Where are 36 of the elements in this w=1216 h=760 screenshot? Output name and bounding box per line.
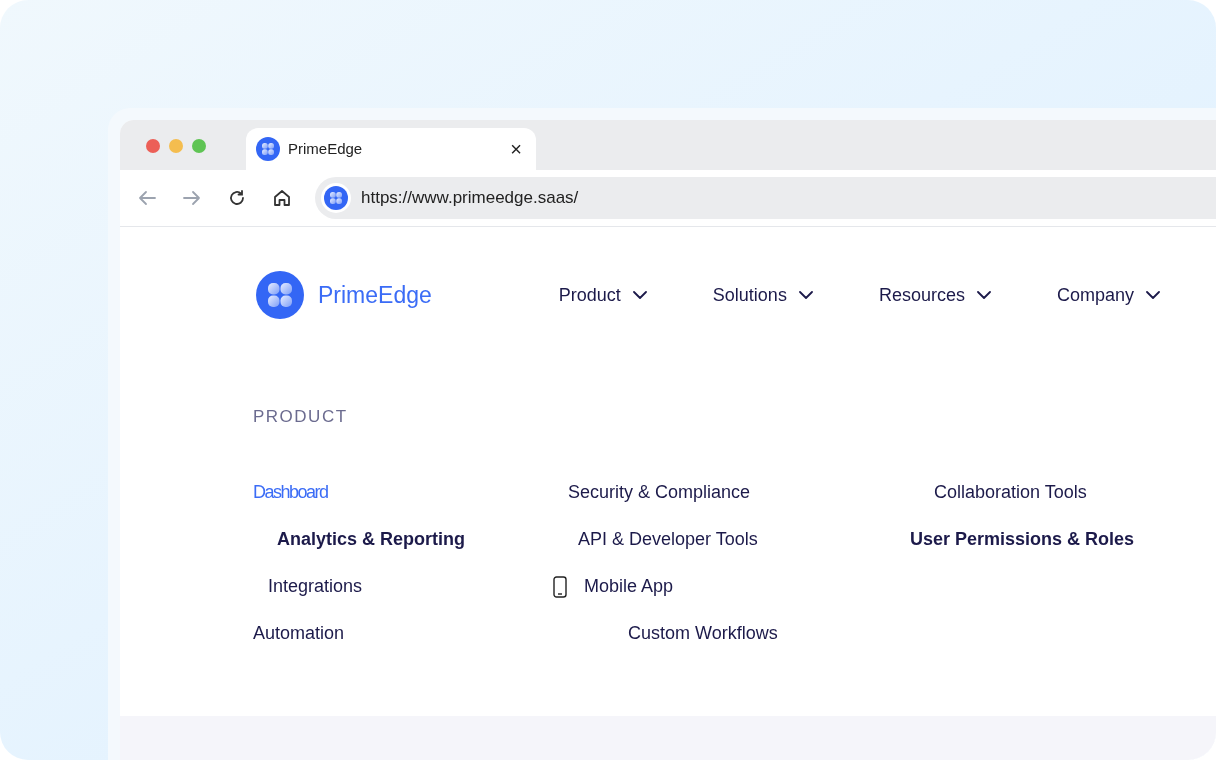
- menu-link[interactable]: Collaboration Tools: [934, 479, 1087, 506]
- menu-link[interactable]: Analytics & Reporting: [277, 526, 466, 553]
- nav-menu-button[interactable]: Resources: [878, 281, 991, 309]
- menu-link[interactable]: Dashboard: [253, 479, 328, 506]
- nav-menu-button[interactable]: Product: [558, 281, 647, 309]
- menu-link[interactable]: Custom Workflows: [628, 620, 778, 647]
- chevron-down-icon: [632, 291, 647, 299]
- menu-link[interactable]: Security & Compliance: [568, 479, 751, 506]
- home-icon[interactable]: [273, 189, 291, 207]
- browser-tab[interactable]: PrimeEdge ×: [246, 128, 536, 170]
- menu-link[interactable]: Mobile App: [584, 573, 674, 600]
- back-arrow-icon[interactable]: [138, 190, 156, 206]
- maximize-window-icon[interactable]: [192, 139, 206, 153]
- brand-logo-icon: [256, 271, 304, 319]
- chevron-down-icon: [1146, 291, 1160, 299]
- brand-name[interactable]: PrimeEdge: [318, 277, 432, 313]
- site-icon: [324, 186, 348, 210]
- chevron-down-icon: [976, 291, 991, 299]
- close-window-icon[interactable]: [146, 139, 160, 153]
- nav-menu-button[interactable]: Company: [1056, 281, 1160, 309]
- close-icon[interactable]: ×: [510, 139, 522, 159]
- phone-icon: [553, 575, 567, 598]
- reload-icon[interactable]: [228, 189, 246, 207]
- minimize-window-icon[interactable]: [169, 139, 183, 153]
- url-text: https://www.primeedge.saas/: [361, 187, 579, 210]
- menu-link[interactable]: Automation: [253, 620, 345, 647]
- forward-arrow-icon[interactable]: [183, 190, 201, 206]
- tab-title: PrimeEdge: [288, 138, 363, 159]
- nav-menu-button[interactable]: Solutions: [712, 281, 813, 309]
- menu-heading: PRODUCT: [253, 408, 348, 425]
- menu-link[interactable]: API & Developer Tools: [578, 526, 758, 553]
- favicon-icon: [256, 137, 280, 161]
- chevron-down-icon: [798, 291, 813, 299]
- menu-link[interactable]: Integrations: [268, 573, 363, 600]
- menu-link[interactable]: User Permissions & Roles: [910, 526, 1135, 553]
- address-bar[interactable]: https://www.primeedge.saas/: [315, 177, 1216, 219]
